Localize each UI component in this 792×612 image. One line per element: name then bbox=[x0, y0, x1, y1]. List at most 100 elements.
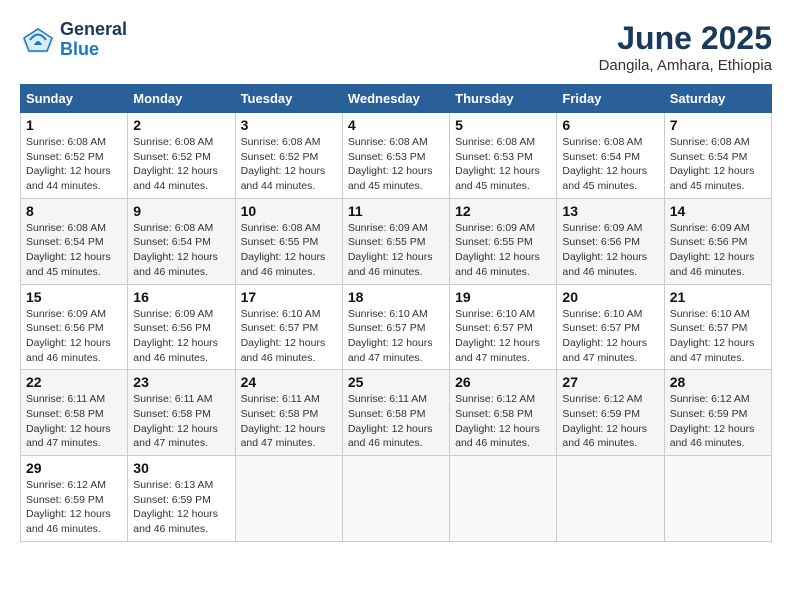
table-row: 16Sunrise: 6:09 AM Sunset: 6:56 PM Dayli… bbox=[128, 284, 235, 370]
day-info: Sunrise: 6:10 AM Sunset: 6:57 PM Dayligh… bbox=[562, 307, 658, 366]
day-info: Sunrise: 6:09 AM Sunset: 6:56 PM Dayligh… bbox=[562, 221, 658, 280]
day-info: Sunrise: 6:08 AM Sunset: 6:52 PM Dayligh… bbox=[26, 135, 122, 194]
col-friday: Friday bbox=[557, 85, 664, 113]
day-number: 15 bbox=[26, 289, 122, 305]
title-area: June 2025 Dangila, Amhara, Ethiopia bbox=[599, 20, 772, 74]
day-number: 24 bbox=[241, 374, 337, 390]
calendar-header-row: Sunday Monday Tuesday Wednesday Thursday… bbox=[21, 85, 772, 113]
day-number: 19 bbox=[455, 289, 551, 305]
day-info: Sunrise: 6:12 AM Sunset: 6:59 PM Dayligh… bbox=[562, 392, 658, 451]
day-number: 14 bbox=[670, 203, 766, 219]
day-info: Sunrise: 6:08 AM Sunset: 6:54 PM Dayligh… bbox=[670, 135, 766, 194]
calendar-week-row: 22 Sunrise: 6:11 AM Sunset: 6:58 PM Dayli… bbox=[21, 370, 772, 456]
day-number: 27 bbox=[562, 374, 658, 390]
day-info: Sunrise: 6:08 AM Sunset: 6:54 PM Dayligh… bbox=[133, 221, 229, 280]
day-number: 22 bbox=[26, 374, 122, 390]
calendar-week-row: 29 Sunrise: 6:12 AM Sunset: 6:59 PM Dayli… bbox=[21, 456, 772, 542]
table-row: 4 Sunrise: 6:08 AM Sunset: 6:53 PM Daylig… bbox=[342, 113, 449, 199]
day-number: 8 bbox=[26, 203, 122, 219]
day-number: 7 bbox=[670, 117, 766, 133]
day-info: Sunrise: 6:10 AM Sunset: 6:57 PM Dayligh… bbox=[348, 307, 444, 366]
day-number: 4 bbox=[348, 117, 444, 133]
month-title: June 2025 bbox=[599, 20, 772, 57]
logo-general: General bbox=[60, 19, 127, 39]
table-row: 28 Sunrise: 6:12 AM Sunset: 6:59 PM Dayli… bbox=[664, 370, 771, 456]
day-info: Sunrise: 6:09 AM Sunset: 6:55 PM Dayligh… bbox=[348, 221, 444, 280]
col-sunday: Sunday bbox=[21, 85, 128, 113]
col-wednesday: Wednesday bbox=[342, 85, 449, 113]
table-row: 2Sunrise: 6:08 AM Sunset: 6:52 PM Daylig… bbox=[128, 113, 235, 199]
table-row: 23Sunrise: 6:11 AM Sunset: 6:58 PM Dayli… bbox=[128, 370, 235, 456]
table-row: 30 Sunrise: 6:13 AM Sunset: 6:59 PM Dayli… bbox=[128, 456, 235, 542]
header: General Blue June 2025 Dangila, Amhara, … bbox=[20, 20, 772, 74]
day-number: 17 bbox=[241, 289, 337, 305]
day-number: 29 bbox=[26, 460, 122, 476]
day-info: Sunrise: 6:08 AM Sunset: 6:54 PM Dayligh… bbox=[562, 135, 658, 194]
table-row bbox=[235, 456, 342, 542]
table-row bbox=[342, 456, 449, 542]
table-row: 14Sunrise: 6:09 AM Sunset: 6:56 PM Dayli… bbox=[664, 198, 771, 284]
table-row: 25 Sunrise: 6:11 AM Sunset: 6:58 PM Dayli… bbox=[342, 370, 449, 456]
day-info: Sunrise: 6:10 AM Sunset: 6:57 PM Dayligh… bbox=[455, 307, 551, 366]
day-info: Sunrise: 6:10 AM Sunset: 6:57 PM Dayligh… bbox=[241, 307, 337, 366]
day-number: 16 bbox=[133, 289, 229, 305]
day-number: 9 bbox=[133, 203, 229, 219]
day-number: 10 bbox=[241, 203, 337, 219]
col-saturday: Saturday bbox=[664, 85, 771, 113]
day-info: Sunrise: 6:11 AM Sunset: 6:58 PM Dayligh… bbox=[26, 392, 122, 451]
day-info: Sunrise: 6:08 AM Sunset: 6:55 PM Dayligh… bbox=[241, 221, 337, 280]
table-row: 18 Sunrise: 6:10 AM Sunset: 6:57 PM Dayli… bbox=[342, 284, 449, 370]
table-row: 29 Sunrise: 6:12 AM Sunset: 6:59 PM Dayli… bbox=[21, 456, 128, 542]
table-row: 15Sunrise: 6:09 AM Sunset: 6:56 PM Dayli… bbox=[21, 284, 128, 370]
table-row: 12Sunrise: 6:09 AM Sunset: 6:55 PM Dayli… bbox=[450, 198, 557, 284]
table-row: 3Sunrise: 6:08 AM Sunset: 6:52 PM Daylig… bbox=[235, 113, 342, 199]
col-thursday: Thursday bbox=[450, 85, 557, 113]
day-number: 1 bbox=[26, 117, 122, 133]
table-row: 10 Sunrise: 6:08 AM Sunset: 6:55 PM Dayli… bbox=[235, 198, 342, 284]
day-number: 13 bbox=[562, 203, 658, 219]
day-number: 20 bbox=[562, 289, 658, 305]
logo: General Blue bbox=[20, 20, 127, 60]
logo-text: General Blue bbox=[60, 20, 127, 60]
day-number: 12 bbox=[455, 203, 551, 219]
day-number: 26 bbox=[455, 374, 551, 390]
day-number: 18 bbox=[348, 289, 444, 305]
day-number: 3 bbox=[241, 117, 337, 133]
day-info: Sunrise: 6:10 AM Sunset: 6:57 PM Dayligh… bbox=[670, 307, 766, 366]
col-monday: Monday bbox=[128, 85, 235, 113]
logo-blue: Blue bbox=[60, 39, 99, 59]
location-subtitle: Dangila, Amhara, Ethiopia bbox=[599, 57, 772, 74]
table-row: 5 Sunrise: 6:08 AM Sunset: 6:53 PM Daylig… bbox=[450, 113, 557, 199]
col-tuesday: Tuesday bbox=[235, 85, 342, 113]
day-info: Sunrise: 6:12 AM Sunset: 6:59 PM Dayligh… bbox=[670, 392, 766, 451]
day-number: 6 bbox=[562, 117, 658, 133]
day-number: 11 bbox=[348, 203, 444, 219]
table-row: 9 Sunrise: 6:08 AM Sunset: 6:54 PM Daylig… bbox=[128, 198, 235, 284]
day-info: Sunrise: 6:08 AM Sunset: 6:52 PM Dayligh… bbox=[133, 135, 229, 194]
logo-icon bbox=[20, 25, 56, 55]
table-row: 19 Sunrise: 6:10 AM Sunset: 6:57 PM Dayli… bbox=[450, 284, 557, 370]
table-row: 7 Sunrise: 6:08 AM Sunset: 6:54 PM Daylig… bbox=[664, 113, 771, 199]
table-row: 22 Sunrise: 6:11 AM Sunset: 6:58 PM Dayli… bbox=[21, 370, 128, 456]
table-row bbox=[664, 456, 771, 542]
day-info: Sunrise: 6:12 AM Sunset: 6:59 PM Dayligh… bbox=[26, 478, 122, 537]
table-row: 13 Sunrise: 6:09 AM Sunset: 6:56 PM Dayli… bbox=[557, 198, 664, 284]
calendar-body: 1 Sunrise: 6:08 AM Sunset: 6:52 PM Daylig… bbox=[21, 113, 772, 542]
table-row: 1 Sunrise: 6:08 AM Sunset: 6:52 PM Daylig… bbox=[21, 113, 128, 199]
table-row: 24Sunrise: 6:11 AM Sunset: 6:58 PM Dayli… bbox=[235, 370, 342, 456]
day-number: 5 bbox=[455, 117, 551, 133]
table-row bbox=[557, 456, 664, 542]
day-info: Sunrise: 6:08 AM Sunset: 6:53 PM Dayligh… bbox=[348, 135, 444, 194]
day-number: 30 bbox=[133, 460, 229, 476]
day-number: 28 bbox=[670, 374, 766, 390]
day-number: 21 bbox=[670, 289, 766, 305]
table-row: 21 Sunrise: 6:10 AM Sunset: 6:57 PM Dayli… bbox=[664, 284, 771, 370]
day-info: Sunrise: 6:11 AM Sunset: 6:58 PM Dayligh… bbox=[133, 392, 229, 451]
calendar-week-row: 1 Sunrise: 6:08 AM Sunset: 6:52 PM Daylig… bbox=[21, 113, 772, 199]
day-info: Sunrise: 6:11 AM Sunset: 6:58 PM Dayligh… bbox=[348, 392, 444, 451]
day-number: 25 bbox=[348, 374, 444, 390]
table-row: 20 Sunrise: 6:10 AM Sunset: 6:57 PM Dayli… bbox=[557, 284, 664, 370]
day-info: Sunrise: 6:08 AM Sunset: 6:53 PM Dayligh… bbox=[455, 135, 551, 194]
day-info: Sunrise: 6:13 AM Sunset: 6:59 PM Dayligh… bbox=[133, 478, 229, 537]
table-row: 27 Sunrise: 6:12 AM Sunset: 6:59 PM Dayli… bbox=[557, 370, 664, 456]
